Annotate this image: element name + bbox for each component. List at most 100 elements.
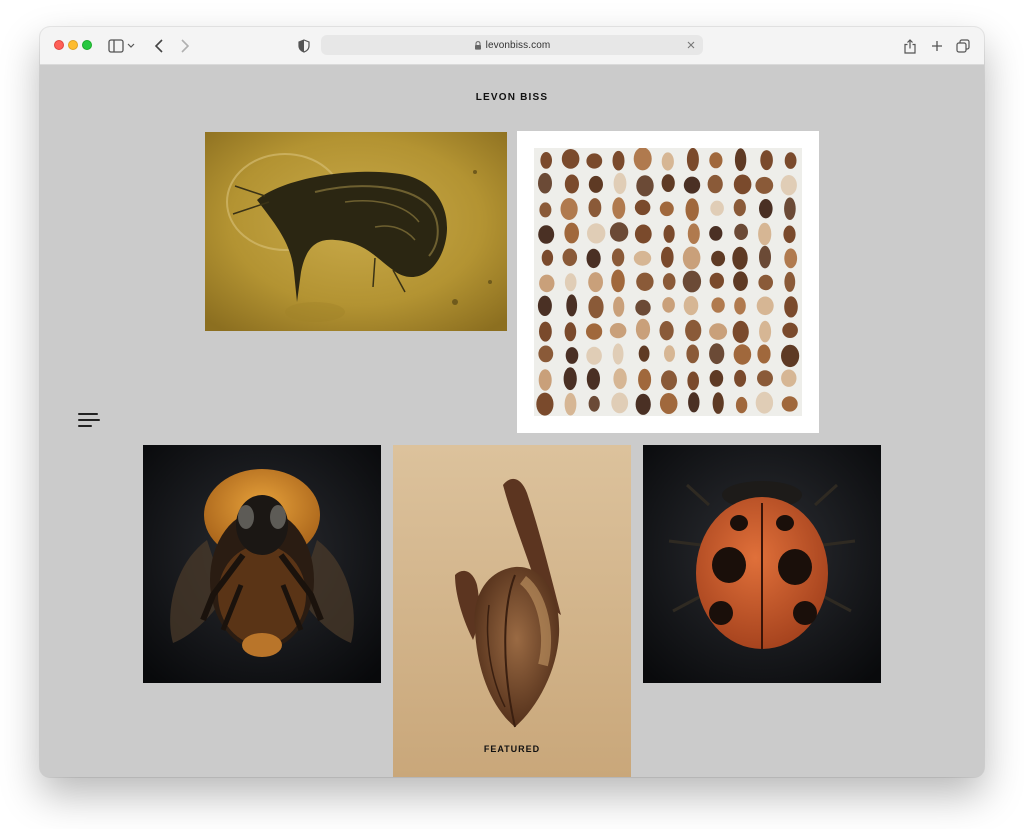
- seed-shape: [682, 246, 701, 270]
- seed-shape: [784, 248, 798, 269]
- seed-shape: [560, 198, 578, 220]
- seed-shape: [564, 322, 577, 342]
- seed-shape: [685, 198, 699, 221]
- address-bar[interactable]: levonbiss.com: [321, 35, 703, 55]
- seed-shape: [586, 248, 601, 269]
- seed-shape: [538, 172, 552, 194]
- amber-insect-image[interactable]: [205, 132, 507, 331]
- shield-icon: [298, 39, 310, 53]
- seed-shape: [659, 321, 674, 341]
- seed-shape: [540, 152, 552, 169]
- seed-shape: [734, 148, 747, 172]
- featured-label[interactable]: FEATURED: [393, 744, 631, 754]
- chevron-left-icon: [154, 39, 163, 53]
- seed-shape: [709, 323, 728, 340]
- back-button[interactable]: [150, 36, 168, 56]
- seed-shape: [638, 368, 652, 391]
- seed-shape: [662, 273, 676, 290]
- seed-shape: [566, 294, 578, 317]
- seed-shape: [539, 274, 555, 293]
- seed-shape: [613, 296, 625, 317]
- seed-shape: [611, 269, 625, 293]
- seed-shape: [733, 199, 746, 217]
- site-title[interactable]: LEVON BISS: [40, 92, 984, 103]
- seed-shape: [634, 199, 651, 216]
- chevron-right-icon: [181, 39, 190, 53]
- seed-shape: [635, 318, 651, 340]
- seed-shape: [711, 250, 726, 267]
- bumblebee-image[interactable]: [143, 445, 381, 683]
- seed-shape: [784, 197, 796, 220]
- seed-shape: [734, 223, 748, 240]
- seed-shape: [733, 344, 752, 365]
- web-page: LEVON BISS FEATURED: [40, 65, 984, 777]
- seed-shape: [709, 152, 723, 169]
- seed-shape: [758, 222, 772, 246]
- seed-shape: [638, 345, 650, 362]
- sidebar-toggle-button[interactable]: [108, 37, 138, 55]
- seed-collection-image[interactable]: [517, 131, 819, 433]
- url-text: levonbiss.com: [485, 39, 551, 51]
- seed-shape: [612, 343, 624, 365]
- seed-shape: [633, 148, 652, 171]
- hamburger-menu-icon[interactable]: [78, 412, 104, 428]
- seed-shape: [538, 345, 554, 363]
- seed-shape: [588, 395, 600, 412]
- seed-shape: [782, 322, 798, 338]
- seed-shape: [783, 225, 796, 244]
- seed-shape: [686, 148, 699, 172]
- seed-shape: [563, 367, 577, 391]
- seed-shape: [564, 392, 577, 416]
- privacy-report-button[interactable]: [296, 37, 312, 55]
- seed-shape: [709, 226, 723, 241]
- seed-shape: [539, 202, 552, 218]
- minimize-window-button[interactable]: [68, 40, 78, 50]
- seed-shape: [634, 224, 652, 244]
- seed-shape: [688, 392, 700, 413]
- seed-shape: [733, 271, 748, 291]
- seed-shape: [564, 174, 579, 194]
- seed-shape: [682, 270, 702, 293]
- seed-shape: [565, 347, 579, 364]
- seed-shape: [662, 297, 675, 313]
- close-icon: [687, 41, 695, 49]
- seed-shape: [687, 371, 699, 391]
- seed-shape: [664, 345, 675, 362]
- seed-shape: [661, 174, 675, 192]
- seed-shape: [586, 346, 602, 365]
- seed-shape: [709, 272, 724, 289]
- clear-url-button[interactable]: [685, 38, 697, 52]
- tab-overview-button[interactable]: [954, 36, 972, 56]
- seed-shape: [611, 248, 625, 267]
- seed-shape: [711, 297, 725, 313]
- seed-shape: [561, 149, 580, 169]
- seed-shape: [734, 297, 746, 315]
- close-window-button[interactable]: [54, 40, 64, 50]
- seed-shape: [707, 174, 723, 194]
- seed-shape: [635, 393, 651, 415]
- seed-shape: [756, 296, 774, 316]
- seed-shape: [732, 320, 749, 343]
- seed-pod-image[interactable]: [393, 445, 631, 777]
- seed-shape: [687, 223, 700, 244]
- seed-shape: [613, 368, 627, 389]
- share-icon: [904, 38, 916, 54]
- seed-shape: [732, 246, 748, 270]
- ladybird-image[interactable]: [643, 445, 881, 683]
- seed-shape: [709, 370, 724, 387]
- seed-shape: [757, 370, 773, 387]
- seed-shape: [562, 248, 578, 267]
- seed-shape: [784, 296, 798, 318]
- zoom-window-button[interactable]: [82, 40, 92, 50]
- seed-shape: [586, 153, 603, 169]
- share-button[interactable]: [902, 36, 918, 56]
- new-tab-button[interactable]: [928, 36, 946, 56]
- seed-shape: [661, 152, 674, 171]
- forward-button[interactable]: [176, 36, 194, 56]
- seed-shape: [780, 175, 797, 196]
- seed-shape: [709, 343, 725, 365]
- seed-shape: [541, 249, 554, 266]
- seed-shape: [586, 323, 603, 340]
- seed-shape: [759, 199, 773, 219]
- plus-icon: [932, 41, 942, 51]
